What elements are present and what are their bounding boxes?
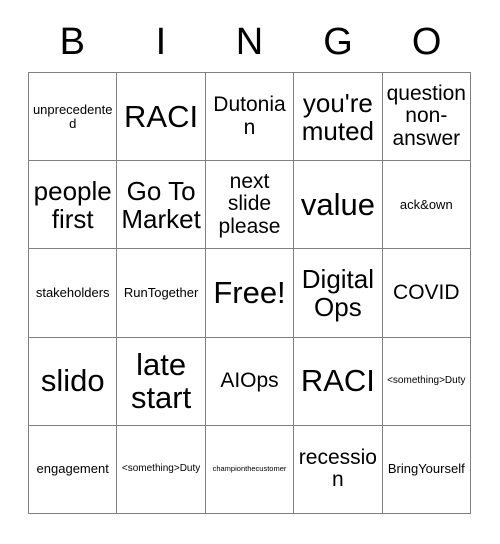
bingo-cell[interactable]: late start: [117, 337, 206, 426]
bingo-cell-label: AIOps: [220, 368, 279, 392]
bingo-cell-label: RunTogether: [123, 284, 199, 300]
bingo-cell[interactable]: <something>Duty: [117, 425, 206, 514]
bingo-cell[interactable]: Dutonian: [205, 73, 295, 162]
bingo-cell[interactable]: Digital Ops: [294, 249, 383, 338]
bingo-cell-label: unprecedented: [32, 101, 113, 131]
bingo-cell[interactable]: ack&own: [382, 161, 471, 250]
bingo-cell-label: slido: [40, 363, 105, 399]
bingo-cell[interactable]: COVID: [382, 249, 471, 338]
bingo-cell[interactable]: slido: [29, 337, 118, 426]
bingo-cell-label: people first: [33, 175, 112, 234]
bingo-cell[interactable]: stakeholders: [29, 249, 118, 338]
bingo-cell-label: <something>Duty: [121, 462, 201, 474]
bingo-cell-label: Digital Ops: [301, 263, 375, 322]
bingo-cell-label: late start: [130, 346, 192, 416]
bingo-cell[interactable]: BringYourself: [382, 425, 471, 514]
bingo-cell[interactable]: people first: [29, 161, 118, 250]
bingo-cell-label: Go To Market: [121, 175, 201, 234]
bingo-cell[interactable]: recession: [294, 425, 383, 514]
bingo-cell[interactable]: AIOps: [205, 337, 295, 426]
bingo-cell-label: question non-answer: [386, 81, 466, 150]
bingo-cell[interactable]: RACI: [117, 73, 206, 162]
bingo-cell[interactable]: RACI: [294, 337, 383, 426]
bingo-cell-label: BringYourself: [387, 461, 465, 477]
bingo-grid: unprecedented RACI Dutonian you're muted que…: [28, 72, 471, 514]
bingo-cell[interactable]: question non-answer: [382, 73, 471, 162]
bingo-cell[interactable]: you're muted: [294, 73, 383, 162]
bingo-cell-label: stakeholders: [35, 284, 110, 300]
bingo-header-letter-b: B: [59, 21, 85, 63]
bingo-cell-label: championthecustomer: [212, 464, 287, 474]
bingo-header-letter-o: O: [411, 21, 442, 63]
bingo-header-letter-i: I: [155, 21, 167, 63]
bingo-header: BINGO: [28, 16, 471, 68]
bingo-cell-label: next slide please: [218, 169, 281, 239]
bingo-cell-label: Free!: [213, 275, 286, 311]
bingo-cell-label: engagement: [36, 461, 109, 477]
bingo-cell[interactable]: <something>Duty: [382, 337, 471, 426]
bingo-header-letter-g: G: [323, 21, 353, 63]
bingo-cell-label: ack&own: [399, 196, 453, 212]
bingo-cell[interactable]: championthecustomer: [205, 425, 295, 514]
bingo-cell[interactable]: RunTogether: [117, 249, 206, 338]
bingo-cell-label: COVID: [393, 280, 460, 304]
bingo-cell-label: value: [300, 187, 375, 223]
bingo-cell-label: <something>Duty: [387, 374, 466, 386]
bingo-cell[interactable]: next slide please: [205, 161, 295, 250]
bingo-cell[interactable]: value: [294, 161, 383, 250]
bingo-cell-label: RACI: [300, 363, 375, 399]
bingo-cell[interactable]: engagement: [29, 425, 118, 514]
bingo-cell-label: Dutonian: [213, 92, 286, 139]
bingo-cell[interactable]: unprecedented: [29, 73, 118, 162]
bingo-card: B I N G O unprecedented RACI Dutonian you're mu…: [0, 0, 500, 544]
bingo-cell[interactable]: Go To Market: [117, 161, 206, 250]
bingo-cell-label: recession: [298, 445, 377, 492]
bingo-free-cell[interactable]: Free!: [205, 249, 295, 338]
bingo-cell-label: RACI: [124, 98, 199, 134]
bingo-cell-label: you're muted: [301, 87, 375, 146]
bingo-header-letter-n: N: [235, 21, 264, 63]
